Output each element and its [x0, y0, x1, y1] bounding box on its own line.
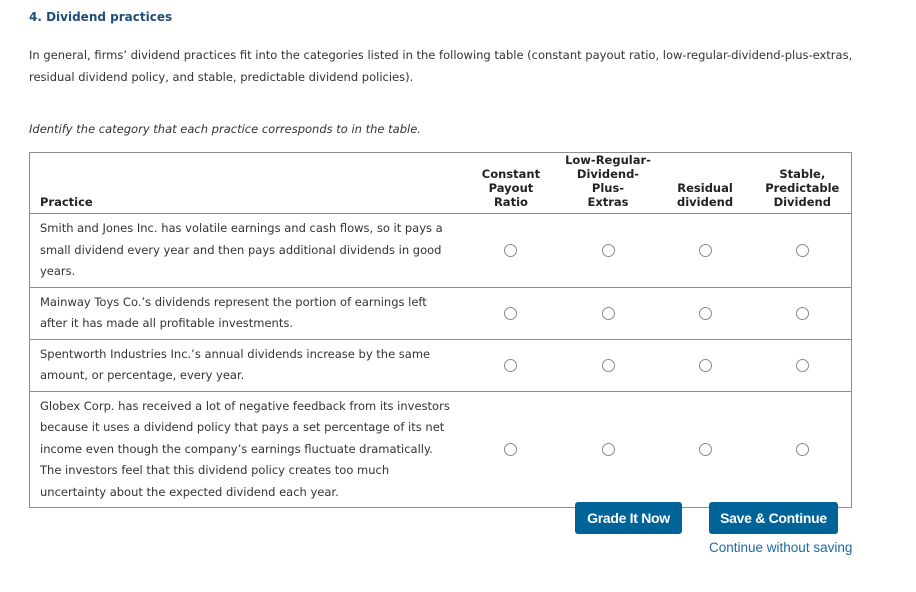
header-residual-dividend: Residual dividend — [656, 152, 754, 214]
header-line: Predictable — [765, 181, 840, 195]
practice-text: Smith and Jones Inc. has volatile earnin… — [29, 213, 463, 288]
header-constant-payout-ratio: Constant Payout Ratio — [462, 152, 560, 214]
question-instruction: Identify the category that each practice… — [29, 122, 421, 136]
header-line: Dividend — [773, 195, 831, 209]
radio-low-regular-plus-extras[interactable] — [601, 443, 615, 457]
radio-stable-predictable[interactable] — [795, 359, 809, 372]
header-line: Residual — [677, 181, 733, 195]
continue-without-saving-link[interactable]: Continue without saving — [709, 540, 852, 555]
grade-it-now-button[interactable]: Grade It Now — [575, 502, 682, 534]
radio-stable-predictable[interactable] — [795, 244, 809, 258]
table-row: Globex Corp. has received a lot of negat… — [29, 391, 852, 508]
radio-residual-dividend[interactable] — [698, 443, 712, 457]
radio-low-regular-plus-extras[interactable] — [601, 359, 615, 372]
header-line: Low-Regular- — [565, 153, 651, 167]
radio-residual-dividend[interactable] — [698, 359, 712, 372]
header-line: Extras — [587, 195, 629, 209]
radio-stable-predictable[interactable] — [795, 307, 809, 320]
table-row: Spentworth Industries Inc.’s annual divi… — [29, 339, 852, 392]
radio-constant-payout-ratio[interactable] — [504, 307, 518, 320]
header-line: dividend — [677, 195, 734, 209]
table-row: Mainway Toys Co.’s dividends represent t… — [29, 287, 852, 340]
practice-text: Spentworth Industries Inc.’s annual divi… — [29, 339, 463, 392]
practice-table: Practice Constant Payout Ratio Low-Regul… — [29, 152, 852, 508]
header-stable-predictable-dividend: Stable, Predictable Dividend — [753, 152, 852, 214]
table-row: Smith and Jones Inc. has volatile earnin… — [29, 213, 852, 288]
header-line: Ratio — [493, 195, 528, 209]
header-line: Payout — [488, 181, 534, 195]
question-title: 4. Dividend practices — [29, 10, 173, 24]
header-line: Constant — [481, 167, 541, 181]
radio-stable-predictable[interactable] — [795, 443, 809, 457]
radio-low-regular-plus-extras[interactable] — [601, 307, 615, 320]
practice-text: Mainway Toys Co.’s dividends represent t… — [29, 287, 463, 340]
radio-residual-dividend[interactable] — [698, 244, 712, 258]
radio-constant-payout-ratio[interactable] — [504, 244, 518, 258]
header-line: Stable, — [779, 167, 826, 181]
radio-low-regular-plus-extras[interactable] — [601, 244, 615, 258]
question-intro: In general, firms’ dividend practices fi… — [29, 48, 853, 84]
practice-text: Globex Corp. has received a lot of negat… — [29, 391, 463, 508]
radio-constant-payout-ratio[interactable] — [504, 359, 518, 372]
header-line: Dividend-Plus- — [576, 167, 640, 195]
radio-constant-payout-ratio[interactable] — [504, 443, 518, 457]
header-practice: Practice — [29, 152, 463, 214]
table-header-row: Practice Constant Payout Ratio Low-Regul… — [29, 152, 852, 214]
save-and-continue-button[interactable]: Save & Continue — [709, 502, 838, 534]
radio-residual-dividend[interactable] — [698, 307, 712, 320]
header-low-regular-dividend-plus-extras: Low-Regular- Dividend-Plus- Extras — [559, 152, 657, 214]
